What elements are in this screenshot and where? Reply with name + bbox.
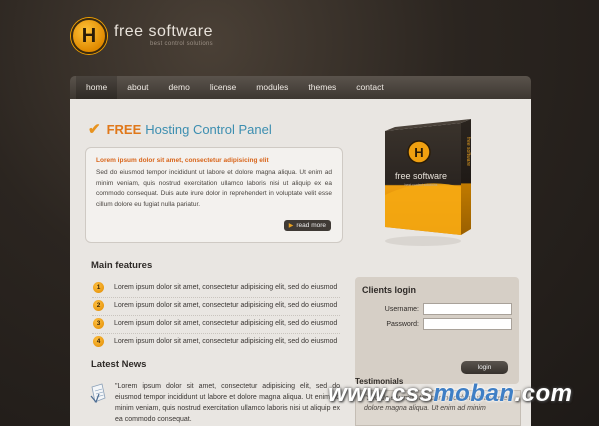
news-title: Latest News — [91, 359, 147, 370]
intro-body: Sed do eiusmod tempor incididunt ut labo… — [96, 169, 332, 208]
logo-subtitle: best control solutions — [150, 41, 213, 47]
feature-item: 3 Lorem ipsum dolor sit amet, consectetu… — [93, 318, 337, 329]
box-title: free software — [395, 171, 447, 181]
read-more-button[interactable]: ▶ read more — [283, 220, 331, 231]
divider — [92, 297, 340, 298]
feature-text: Lorem ipsum dolor sit amet, consectetur … — [114, 338, 338, 345]
main-nav: home about demo license modules themes c… — [70, 76, 531, 99]
divider — [92, 333, 340, 334]
feature-item: 1 Lorem ipsum dolor sit amet, consectetu… — [93, 282, 337, 293]
site-logo[interactable]: H free software best control solutions — [71, 18, 213, 54]
nav-license[interactable]: license — [200, 76, 246, 99]
feature-text: Lorem ipsum dolor sit amet, consectetur … — [114, 284, 338, 291]
number-badge: 2 — [93, 300, 104, 311]
feature-text: Lorem ipsum dolor sit amet, consectetur … — [114, 302, 338, 309]
password-label: Password: — [386, 320, 419, 328]
checkmark-icon: ✔ — [88, 121, 101, 138]
number-badge: 1 — [93, 282, 104, 293]
logo-title: free software — [114, 23, 213, 40]
box-side-text: free software — [465, 137, 471, 166]
number-badge: 4 — [93, 336, 104, 347]
read-more-label: read more — [296, 222, 326, 229]
logo-h-icon: H — [71, 18, 107, 54]
page-headline: ✔ FREE Hosting Control Panel — [88, 120, 272, 138]
nav-contact[interactable]: contact — [346, 76, 393, 99]
nav-themes[interactable]: themes — [298, 76, 346, 99]
watermark: www.cssmoban.com — [328, 380, 573, 407]
main-content: ✔ FREE Hosting Control Panel Lorem ipsum… — [70, 99, 531, 426]
features-title: Main features — [91, 260, 153, 271]
headline-rest: Hosting Control Panel — [145, 121, 272, 137]
nav-about[interactable]: about — [117, 76, 158, 99]
nav-modules[interactable]: modules — [246, 76, 298, 99]
intro-box: Lorem ipsum dolor sit amet, consectetur … — [85, 147, 343, 243]
product-box-image: H free software best control solutions f… — [385, 119, 471, 246]
play-arrow-icon: ▶ — [288, 223, 294, 229]
feature-item: 4 Lorem ipsum dolor sit amet, consectetu… — [93, 336, 337, 347]
login-button[interactable]: login — [461, 361, 508, 374]
divider — [92, 315, 340, 316]
login-panel: Clients login Username: Password: login — [355, 277, 519, 384]
username-input[interactable] — [423, 303, 512, 315]
password-input[interactable] — [423, 318, 512, 330]
document-icon — [90, 383, 106, 403]
feature-item: 2 Lorem ipsum dolor sit amet, consectetu… — [93, 300, 337, 311]
username-label: Username: — [384, 305, 419, 313]
login-title: Clients login — [362, 285, 416, 295]
number-badge: 3 — [93, 318, 104, 329]
intro-title: Lorem ipsum dolor sit amet, consectetur … — [96, 157, 269, 164]
news-text: "Lorem ipsum dolor sit amet, consectetur… — [115, 383, 340, 423]
headline-free: FREE — [106, 121, 142, 137]
nav-home[interactable]: home — [76, 76, 118, 99]
news-item: "Lorem ipsum dolor sit amet, consectetur… — [90, 381, 340, 425]
box-subtitle: best control solutions — [405, 183, 438, 187]
nav-demo[interactable]: demo — [159, 76, 200, 99]
box-letter: H — [414, 145, 423, 160]
feature-text: Lorem ipsum dolor sit amet, consectetur … — [114, 320, 338, 327]
